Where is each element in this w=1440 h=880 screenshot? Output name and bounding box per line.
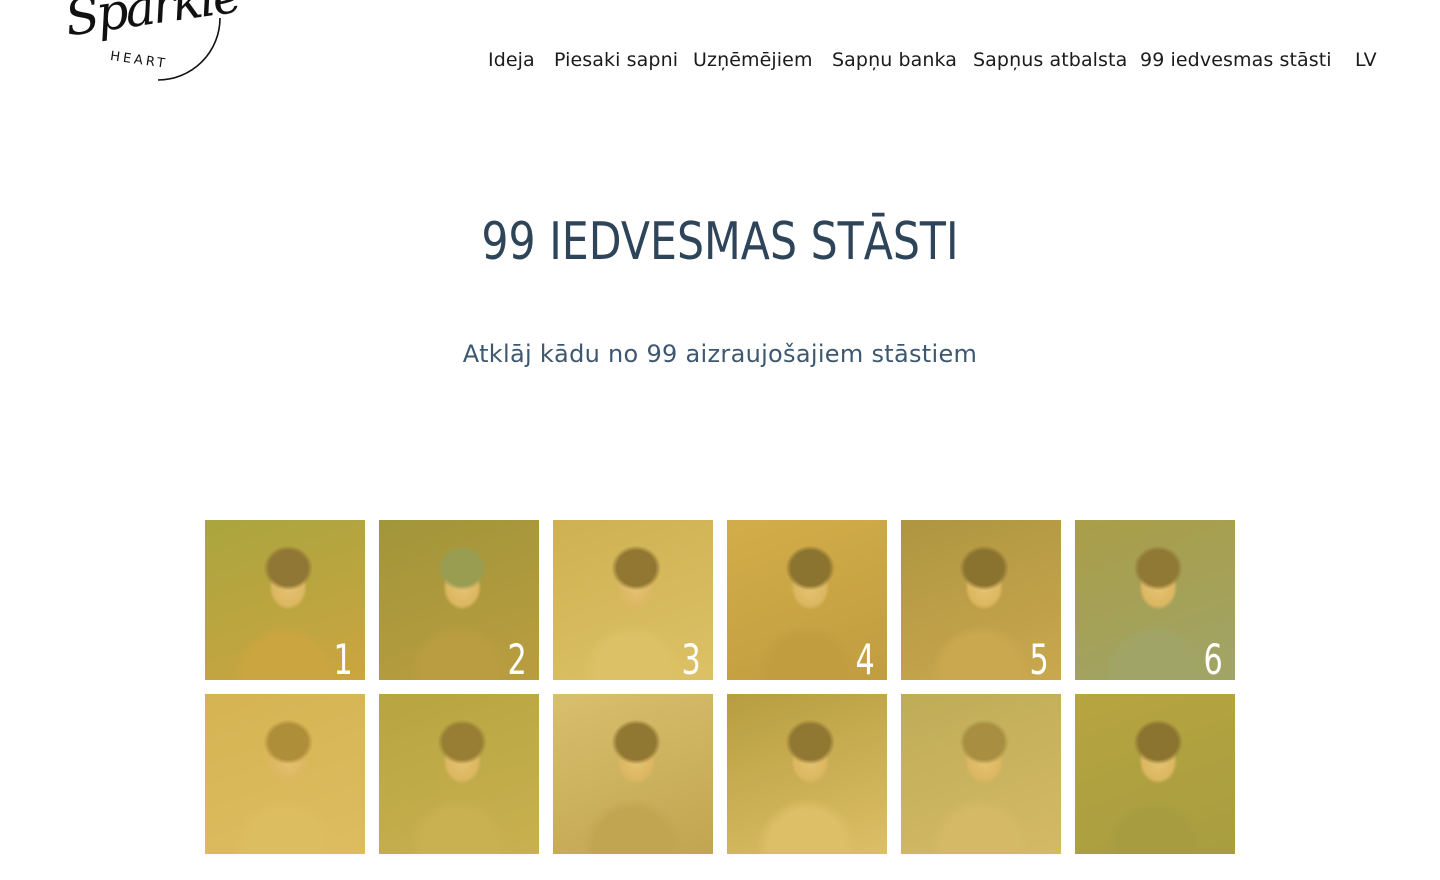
main-navigation: Ideja Piesaki sapni Uzņēmējiem Sapņu ban…: [0, 49, 1440, 75]
logo-script-text: Sparkle: [61, 0, 243, 48]
nav-item-sapnu-banka[interactable]: Sapņu banka: [832, 49, 957, 71]
story-number: 2: [507, 635, 527, 680]
story-tile[interactable]: [379, 694, 539, 854]
stories-grid: 1 2 3 4 5 6: [205, 520, 1237, 880]
nav-item-sapnus-atbalsta[interactable]: Sapņus atbalsta: [973, 49, 1127, 71]
story-tile[interactable]: [205, 694, 365, 854]
story-tile[interactable]: 6: [1075, 520, 1235, 680]
story-tile[interactable]: 4: [727, 520, 887, 680]
story-tile[interactable]: [901, 694, 1061, 854]
tile-color-overlay: [379, 694, 539, 854]
story-number: 5: [1029, 635, 1049, 680]
story-tile[interactable]: 1: [205, 520, 365, 680]
nav-item-ideja[interactable]: Ideja: [488, 49, 535, 71]
story-tile[interactable]: [1075, 694, 1235, 854]
nav-item-iedvesmas-stasti[interactable]: 99 iedvesmas stāsti: [1140, 49, 1332, 71]
story-number: 3: [681, 635, 701, 680]
tile-color-overlay: [1075, 694, 1235, 854]
story-number: 6: [1203, 635, 1223, 680]
language-switcher[interactable]: LV: [1355, 49, 1377, 71]
story-number: 4: [855, 635, 875, 680]
story-tile[interactable]: 3: [553, 520, 713, 680]
tile-color-overlay: [553, 694, 713, 854]
story-number: 1: [333, 635, 353, 680]
page-subtitle: Atklāj kādu no 99 aizraujošajiem stāstie…: [462, 340, 978, 368]
tile-color-overlay: [205, 694, 365, 854]
tile-color-overlay: [727, 694, 887, 854]
story-tile[interactable]: [727, 694, 887, 854]
story-tile[interactable]: [553, 694, 713, 854]
nav-item-uznemejiem[interactable]: Uzņēmējiem: [693, 49, 813, 71]
nav-item-piesaki-sapni[interactable]: Piesaki sapni: [554, 49, 678, 71]
page-title: 99 IEDVESMAS STĀSTI: [481, 212, 959, 272]
tile-color-overlay: [901, 694, 1061, 854]
story-tile[interactable]: 5: [901, 520, 1061, 680]
story-tile[interactable]: 2: [379, 520, 539, 680]
